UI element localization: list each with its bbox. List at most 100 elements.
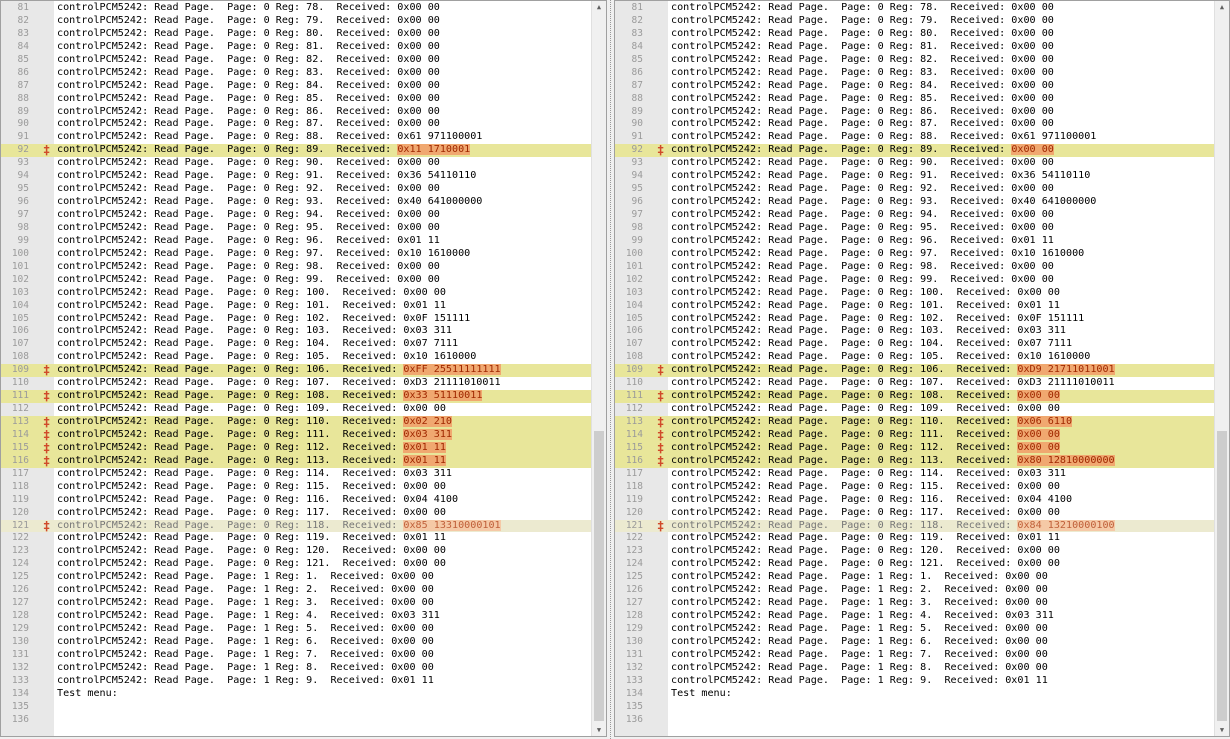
text-line[interactable]: 124 controlPCM5242: Read Page. Page: 0 Re… — [615, 558, 1215, 571]
scroll-down-icon[interactable]: ▼ — [592, 724, 606, 736]
diff-line[interactable]: 111 ‡ controlPCM5242: Read Page. Page: 0 R… — [615, 390, 1215, 404]
text-line[interactable]: 81 controlPCM5242: Read Page. Page: 0 Reg… — [615, 2, 1215, 15]
text-line[interactable]: 118 controlPCM5242: Read Page. Page: 0 Re… — [1, 481, 592, 494]
text-line[interactable]: 124 controlPCM5242: Read Page. Page: 0 Re… — [1, 558, 592, 571]
text-line[interactable]: 99 controlPCM5242: Read Page. Page: 0 Reg… — [615, 235, 1215, 248]
text-line[interactable]: 83 controlPCM5242: Read Page. Page: 0 Reg… — [615, 28, 1215, 41]
text-line[interactable]: 133 controlPCM5242: Read Page. Page: 1 Re… — [1, 675, 592, 688]
text-line[interactable]: 91 controlPCM5242: Read Page. Page: 0 Reg… — [1, 131, 592, 144]
text-line[interactable]: 132 controlPCM5242: Read Page. Page: 1 Re… — [1, 662, 592, 675]
diff-line[interactable]: 109 ‡ controlPCM5242: Read Page. Page: 0 R… — [615, 364, 1215, 378]
text-line[interactable]: 100 controlPCM5242: Read Page. Page: 0 Re… — [615, 248, 1215, 261]
scroll-up-icon[interactable]: ▲ — [1215, 1, 1229, 13]
diff-line[interactable]: 114 ‡ controlPCM5242: Read Page. Page: 0 R… — [1, 428, 592, 442]
text-line[interactable]: 102 controlPCM5242: Read Page. Page: 0 Re… — [1, 274, 592, 287]
text-line[interactable]: 86 controlPCM5242: Read Page. Page: 0 Reg… — [615, 67, 1215, 80]
diff-line[interactable]: 92 ‡ controlPCM5242: Read Page. Page: 0 Re… — [1, 144, 592, 158]
left-scroll-thumb[interactable] — [594, 431, 604, 721]
diff-line[interactable]: 113 ‡ controlPCM5242: Read Page. Page: 0 R… — [615, 416, 1215, 429]
diff-line[interactable]: 113 ‡ controlPCM5242: Read Page. Page: 0 R… — [1, 416, 592, 429]
right-compare-pane[interactable]: 81 controlPCM5242: Read Page. Page: 0 Reg… — [614, 0, 1230, 737]
text-line[interactable]: 97 controlPCM5242: Read Page. Page: 0 Reg… — [615, 209, 1215, 222]
text-line[interactable]: 125 controlPCM5242: Read Page. Page: 1 Re… — [615, 571, 1215, 584]
text-line[interactable]: 135 — [1, 701, 592, 714]
text-line[interactable]: 107 controlPCM5242: Read Page. Page: 0 Re… — [1, 338, 592, 351]
text-line[interactable]: 117 controlPCM5242: Read Page. Page: 0 Re… — [1, 468, 592, 481]
text-line[interactable]: 133 controlPCM5242: Read Page. Page: 1 Re… — [615, 675, 1215, 688]
text-line[interactable]: 123 controlPCM5242: Read Page. Page: 0 Re… — [1, 545, 592, 558]
text-line[interactable]: 118 controlPCM5242: Read Page. Page: 0 Re… — [615, 481, 1215, 494]
text-line[interactable]: 131 controlPCM5242: Read Page. Page: 1 Re… — [1, 649, 592, 662]
text-line[interactable]: 117 controlPCM5242: Read Page. Page: 0 Re… — [615, 468, 1215, 481]
text-line[interactable]: 107 controlPCM5242: Read Page. Page: 0 Re… — [615, 338, 1215, 351]
right-text-lines[interactable]: 81 controlPCM5242: Read Page. Page: 0 Reg… — [615, 2, 1215, 727]
text-line[interactable]: 126 controlPCM5242: Read Page. Page: 1 Re… — [1, 584, 592, 597]
text-line[interactable]: 134 Test menu: — [1, 688, 592, 701]
text-line[interactable]: 103 controlPCM5242: Read Page. Page: 0 Re… — [1, 287, 592, 300]
text-line[interactable]: 136 — [615, 714, 1215, 727]
text-line[interactable]: 89 controlPCM5242: Read Page. Page: 0 Reg… — [1, 106, 592, 119]
text-line[interactable]: 130 controlPCM5242: Read Page. Page: 1 Re… — [1, 636, 592, 649]
text-line[interactable]: 104 controlPCM5242: Read Page. Page: 0 Re… — [615, 300, 1215, 313]
scroll-down-icon[interactable]: ▼ — [1215, 724, 1229, 736]
text-line[interactable]: 98 controlPCM5242: Read Page. Page: 0 Reg… — [615, 222, 1215, 235]
text-line[interactable]: 83 controlPCM5242: Read Page. Page: 0 Reg… — [1, 28, 592, 41]
text-line[interactable]: 91 controlPCM5242: Read Page. Page: 0 Reg… — [615, 131, 1215, 144]
diff-line[interactable]: 114 ‡ controlPCM5242: Read Page. Page: 0 R… — [615, 428, 1215, 442]
text-line[interactable]: 119 controlPCM5242: Read Page. Page: 0 Re… — [1, 494, 592, 507]
text-line[interactable]: 105 controlPCM5242: Read Page. Page: 0 Re… — [1, 313, 592, 326]
right-vertical-scrollbar[interactable]: ▲ ▼ — [1214, 1, 1229, 736]
left-vertical-scrollbar[interactable]: ▲ ▼ — [591, 1, 606, 736]
text-line[interactable]: 98 controlPCM5242: Read Page. Page: 0 Reg… — [1, 222, 592, 235]
text-line[interactable]: 94 controlPCM5242: Read Page. Page: 0 Reg… — [615, 170, 1215, 183]
left-text-lines[interactable]: 81 controlPCM5242: Read Page. Page: 0 Reg… — [1, 2, 592, 727]
text-line[interactable]: 134 Test menu: — [615, 688, 1215, 701]
diff-line[interactable]: 109 ‡ controlPCM5242: Read Page. Page: 0 R… — [1, 364, 592, 378]
text-line[interactable]: 112 controlPCM5242: Read Page. Page: 0 Re… — [1, 403, 592, 416]
text-line[interactable]: 125 controlPCM5242: Read Page. Page: 1 Re… — [1, 571, 592, 584]
text-line[interactable]: 136 — [1, 714, 592, 727]
text-line[interactable]: 82 controlPCM5242: Read Page. Page: 0 Reg… — [615, 15, 1215, 28]
text-line[interactable]: 129 controlPCM5242: Read Page. Page: 1 Re… — [615, 623, 1215, 636]
diff-line[interactable]: 111 ‡ controlPCM5242: Read Page. Page: 0 R… — [1, 390, 592, 404]
text-line[interactable]: 101 controlPCM5242: Read Page. Page: 0 Re… — [615, 261, 1215, 274]
text-line[interactable]: 105 controlPCM5242: Read Page. Page: 0 Re… — [615, 313, 1215, 326]
text-line[interactable]: 85 controlPCM5242: Read Page. Page: 0 Reg… — [615, 54, 1215, 67]
left-compare-pane[interactable]: 81 controlPCM5242: Read Page. Page: 0 Reg… — [0, 0, 607, 737]
text-line[interactable]: 94 controlPCM5242: Read Page. Page: 0 Reg… — [1, 170, 592, 183]
scroll-up-icon[interactable]: ▲ — [592, 1, 606, 13]
text-line[interactable]: 84 controlPCM5242: Read Page. Page: 0 Reg… — [615, 41, 1215, 54]
text-line[interactable]: 104 controlPCM5242: Read Page. Page: 0 Re… — [1, 300, 592, 313]
diff-line[interactable]: 121 ‡ controlPCM5242: Read Page. Page: 0 R… — [1, 519, 592, 533]
diff-line[interactable]: 92 ‡ controlPCM5242: Read Page. Page: 0 Re… — [615, 144, 1215, 158]
text-line[interactable]: 96 controlPCM5242: Read Page. Page: 0 Reg… — [1, 196, 592, 209]
text-line[interactable]: 126 controlPCM5242: Read Page. Page: 1 Re… — [615, 584, 1215, 597]
diff-line[interactable]: 116 ‡ controlPCM5242: Read Page. Page: 0 R… — [1, 454, 592, 468]
text-line[interactable]: 99 controlPCM5242: Read Page. Page: 0 Reg… — [1, 235, 592, 248]
text-line[interactable]: 90 controlPCM5242: Read Page. Page: 0 Reg… — [615, 118, 1215, 131]
text-line[interactable]: 95 controlPCM5242: Read Page. Page: 0 Reg… — [1, 183, 592, 196]
text-line[interactable]: 84 controlPCM5242: Read Page. Page: 0 Reg… — [1, 41, 592, 54]
text-line[interactable]: 119 controlPCM5242: Read Page. Page: 0 Re… — [615, 494, 1215, 507]
pane-splitter[interactable] — [607, 0, 614, 739]
text-line[interactable]: 110 controlPCM5242: Read Page. Page: 0 Re… — [1, 377, 592, 390]
text-line[interactable]: 102 controlPCM5242: Read Page. Page: 0 Re… — [615, 274, 1215, 287]
text-line[interactable]: 106 controlPCM5242: Read Page. Page: 0 Re… — [1, 325, 592, 338]
text-line[interactable]: 103 controlPCM5242: Read Page. Page: 0 Re… — [615, 287, 1215, 300]
diff-line[interactable]: 115 ‡ controlPCM5242: Read Page. Page: 0 R… — [615, 441, 1215, 455]
text-line[interactable]: 120 controlPCM5242: Read Page. Page: 0 Re… — [615, 507, 1215, 520]
text-line[interactable]: 87 controlPCM5242: Read Page. Page: 0 Reg… — [1, 80, 592, 93]
text-line[interactable]: 127 controlPCM5242: Read Page. Page: 1 Re… — [1, 597, 592, 610]
diff-line[interactable]: 115 ‡ controlPCM5242: Read Page. Page: 0 R… — [1, 441, 592, 455]
text-line[interactable]: 93 controlPCM5242: Read Page. Page: 0 Reg… — [615, 157, 1215, 170]
text-line[interactable]: 95 controlPCM5242: Read Page. Page: 0 Reg… — [615, 183, 1215, 196]
text-line[interactable]: 100 controlPCM5242: Read Page. Page: 0 Re… — [1, 248, 592, 261]
text-line[interactable]: 88 controlPCM5242: Read Page. Page: 0 Reg… — [615, 93, 1215, 106]
text-line[interactable]: 88 controlPCM5242: Read Page. Page: 0 Reg… — [1, 93, 592, 106]
text-line[interactable]: 128 controlPCM5242: Read Page. Page: 1 Re… — [615, 610, 1215, 623]
diff-line[interactable]: 116 ‡ controlPCM5242: Read Page. Page: 0 R… — [615, 454, 1215, 468]
text-line[interactable]: 97 controlPCM5242: Read Page. Page: 0 Reg… — [1, 209, 592, 222]
text-line[interactable]: 131 controlPCM5242: Read Page. Page: 1 Re… — [615, 649, 1215, 662]
text-line[interactable]: 96 controlPCM5242: Read Page. Page: 0 Reg… — [615, 196, 1215, 209]
text-line[interactable]: 90 controlPCM5242: Read Page. Page: 0 Reg… — [1, 118, 592, 131]
